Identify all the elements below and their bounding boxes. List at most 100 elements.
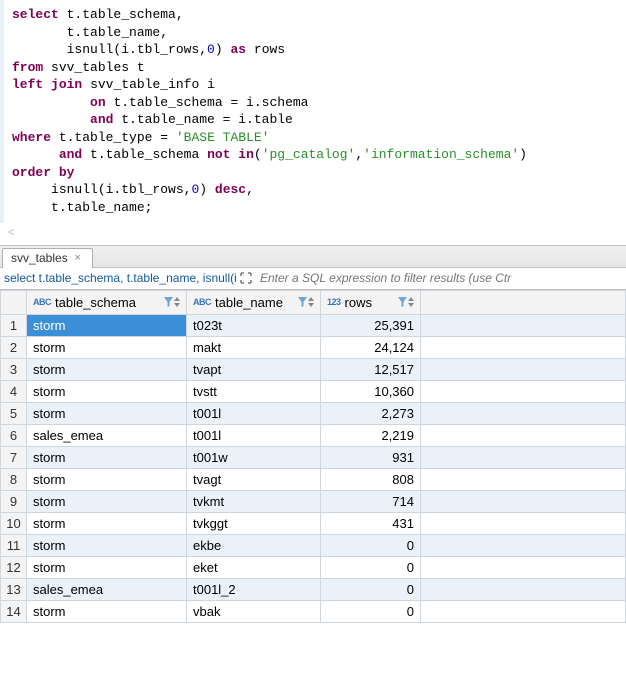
cell-table-schema[interactable]: storm xyxy=(27,380,187,402)
row-number[interactable]: 7 xyxy=(1,446,27,468)
row-number[interactable]: 9 xyxy=(1,490,27,512)
cell-table-name[interactable]: tvagt xyxy=(187,468,321,490)
table-row[interactable]: 11stormekbe0 xyxy=(1,534,626,556)
results-tab-label: svv_tables xyxy=(11,251,68,265)
row-number[interactable]: 1 xyxy=(1,314,27,336)
column-filter-icon[interactable] xyxy=(298,297,314,307)
cell-rows[interactable]: 714 xyxy=(321,490,421,512)
row-number[interactable]: 4 xyxy=(1,380,27,402)
cell-table-name[interactable]: t001l_2 xyxy=(187,578,321,600)
cell-rows[interactable]: 10,360 xyxy=(321,380,421,402)
row-number[interactable]: 8 xyxy=(1,468,27,490)
column-header-schema[interactable]: ABC table_schema xyxy=(27,290,187,314)
row-number[interactable]: 13 xyxy=(1,578,27,600)
cell-table-schema[interactable]: storm xyxy=(27,402,187,424)
cell-table-schema[interactable]: storm xyxy=(27,468,187,490)
cell-table-schema[interactable]: sales_emea xyxy=(27,578,187,600)
cell-table-name[interactable]: eket xyxy=(187,556,321,578)
cell-rows[interactable]: 25,391 xyxy=(321,314,421,336)
cell-table-name[interactable]: tvkggt xyxy=(187,512,321,534)
cell-table-schema[interactable]: storm xyxy=(27,358,187,380)
row-number[interactable]: 10 xyxy=(1,512,27,534)
table-row[interactable]: 10stormtvkggt431 xyxy=(1,512,626,534)
cell-table-name[interactable]: vbak xyxy=(187,600,321,622)
row-number[interactable]: 2 xyxy=(1,336,27,358)
row-number[interactable]: 12 xyxy=(1,556,27,578)
cell-table-schema[interactable]: sales_emea xyxy=(27,424,187,446)
expand-filter-icon[interactable] xyxy=(238,270,254,286)
row-number[interactable]: 14 xyxy=(1,600,27,622)
cell-table-name[interactable]: tvstt xyxy=(187,380,321,402)
table-row[interactable]: 9stormtvkmt714 xyxy=(1,490,626,512)
cell-table-schema[interactable]: storm xyxy=(27,512,187,534)
cell-rows[interactable]: 431 xyxy=(321,512,421,534)
table-row[interactable]: 5stormt001l2,273 xyxy=(1,402,626,424)
row-number[interactable]: 5 xyxy=(1,402,27,424)
table-row[interactable]: 14stormvbak0 xyxy=(1,600,626,622)
cell-rows[interactable]: 0 xyxy=(321,600,421,622)
table-row[interactable]: 1stormt023t25,391 xyxy=(1,314,626,336)
table-row[interactable]: 12stormeket0 xyxy=(1,556,626,578)
table-row[interactable]: 13sales_emeat001l_20 xyxy=(1,578,626,600)
cell-rows[interactable]: 24,124 xyxy=(321,336,421,358)
table-row[interactable]: 6sales_emeat001l2,219 xyxy=(1,424,626,446)
cell-table-name[interactable]: ekbe xyxy=(187,534,321,556)
row-number-header[interactable] xyxy=(1,290,27,314)
cell-rows[interactable]: 0 xyxy=(321,578,421,600)
cell-table-name[interactable]: makt xyxy=(187,336,321,358)
cell-rows[interactable]: 808 xyxy=(321,468,421,490)
cell-table-schema[interactable]: storm xyxy=(27,600,187,622)
cell-table-schema[interactable]: storm xyxy=(27,336,187,358)
row-number[interactable]: 6 xyxy=(1,424,27,446)
cell-table-schema[interactable]: storm xyxy=(27,314,187,336)
results-panel: svv_tables × select t.table_schema, t.ta… xyxy=(0,245,626,623)
cell-pad xyxy=(421,380,626,402)
cell-pad xyxy=(421,402,626,424)
cell-table-schema[interactable]: storm xyxy=(27,446,187,468)
column-header-rows[interactable]: 123 rows xyxy=(321,290,421,314)
type-text-icon: ABC xyxy=(33,297,51,307)
row-number[interactable]: 11 xyxy=(1,534,27,556)
cell-table-name[interactable]: t001l xyxy=(187,402,321,424)
cell-table-name[interactable]: t001w xyxy=(187,446,321,468)
cell-table-name[interactable]: tvkmt xyxy=(187,490,321,512)
row-number[interactable]: 3 xyxy=(1,358,27,380)
cell-pad xyxy=(421,512,626,534)
column-label: table_name xyxy=(215,295,283,310)
results-tab-bar: svv_tables × xyxy=(0,246,626,268)
cell-table-schema[interactable]: storm xyxy=(27,534,187,556)
column-filter-icon[interactable] xyxy=(398,297,414,307)
cell-rows[interactable]: 12,517 xyxy=(321,358,421,380)
results-filter-bar: select t.table_schema, t.table_name, isn… xyxy=(0,268,626,290)
cell-rows[interactable]: 0 xyxy=(321,534,421,556)
table-row[interactable]: 2stormmakt24,124 xyxy=(1,336,626,358)
table-row[interactable]: 8stormtvagt808 xyxy=(1,468,626,490)
cell-table-name[interactable]: tvapt xyxy=(187,358,321,380)
cell-table-name[interactable]: t023t xyxy=(187,314,321,336)
cell-rows[interactable]: 0 xyxy=(321,556,421,578)
column-filter-icon[interactable] xyxy=(164,297,180,307)
type-text-icon: ABC xyxy=(193,297,211,307)
query-echo: select t.table_schema, t.table_name, isn… xyxy=(0,271,236,285)
results-tab[interactable]: svv_tables × xyxy=(2,248,93,268)
cell-rows[interactable]: 2,219 xyxy=(321,424,421,446)
cell-rows[interactable]: 931 xyxy=(321,446,421,468)
scroll-left-hint[interactable]: < xyxy=(0,223,626,241)
results-grid[interactable]: ABC table_schema ABC table_name xyxy=(0,290,626,623)
sql-editor[interactable]: select t.table_schema, t.table_name, isn… xyxy=(0,0,626,223)
column-header-name[interactable]: ABC table_name xyxy=(187,290,321,314)
cell-pad xyxy=(421,446,626,468)
table-row[interactable]: 4stormtvstt10,360 xyxy=(1,380,626,402)
cell-table-schema[interactable]: storm xyxy=(27,556,187,578)
cell-rows[interactable]: 2,273 xyxy=(321,402,421,424)
close-icon[interactable]: × xyxy=(72,252,84,264)
cell-table-name[interactable]: t001l xyxy=(187,424,321,446)
table-row[interactable]: 3stormtvapt12,517 xyxy=(1,358,626,380)
table-row[interactable]: 7stormt001w931 xyxy=(1,446,626,468)
cell-table-schema[interactable]: storm xyxy=(27,490,187,512)
cell-pad xyxy=(421,600,626,622)
sql-filter-input[interactable] xyxy=(256,271,626,285)
column-header-pad xyxy=(421,290,626,314)
cell-pad xyxy=(421,336,626,358)
column-label: rows xyxy=(345,295,372,310)
